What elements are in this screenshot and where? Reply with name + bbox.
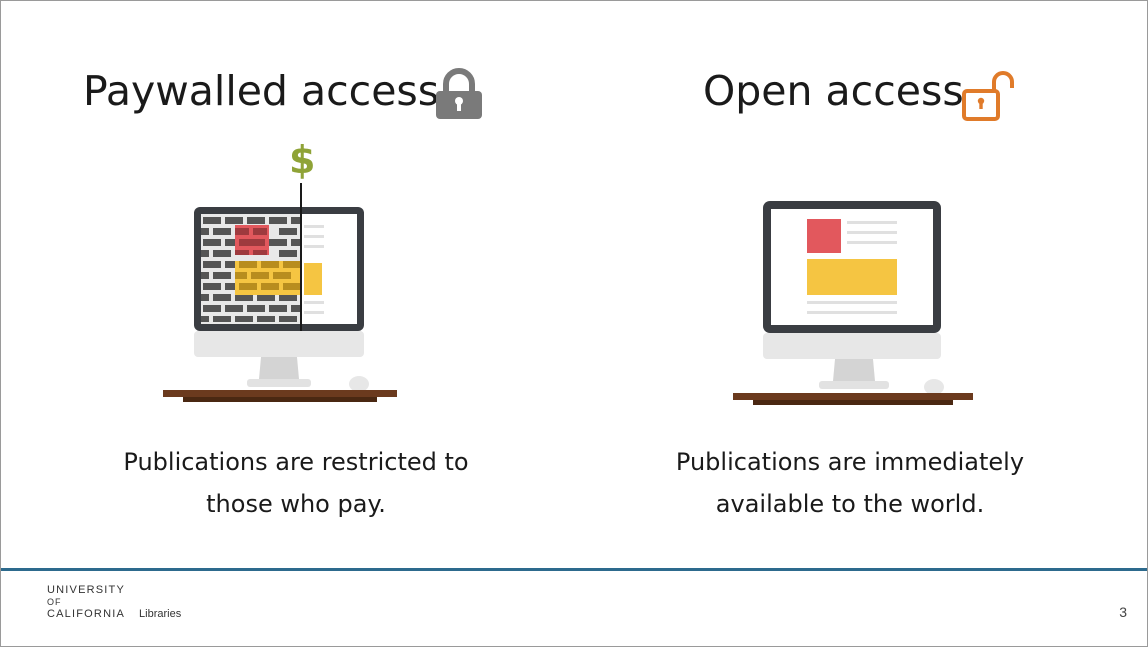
paywalled-caption-line1: Publications are restricted to: [123, 448, 469, 476]
open-computer-illustration: [733, 201, 973, 405]
open-access-caption-line2: available to the world.: [715, 490, 985, 518]
logo-university: UNIVERSITY: [47, 584, 126, 596]
paywalled-caption-line2: those who pay.: [206, 490, 386, 518]
closed-padlock-icon: [436, 68, 482, 119]
logo-california: CALIFORNIA: [47, 608, 126, 620]
open-padlock-icon: [962, 71, 1014, 121]
paywalled-computer-illustration: [163, 183, 397, 402]
footer-divider: [1, 568, 1147, 571]
dollar-sign: $: [289, 138, 316, 182]
logo-libraries: Libraries: [139, 608, 182, 620]
slide-page-number: 3: [1119, 604, 1127, 620]
open-access-caption: Publications are immediately available t…: [563, 441, 1137, 525]
paywalled-caption: Publications are restricted to those who…: [9, 441, 583, 525]
open-access-heading: Open access: [703, 67, 964, 115]
paywalled-heading: Paywalled access: [83, 67, 440, 115]
open-access-panel: Open access Publications are immediately…: [575, 1, 1147, 566]
slide: Paywalled access $ Publications are rest…: [0, 0, 1148, 647]
logo-of: OF: [47, 597, 62, 607]
open-access-caption-line1: Publications are immediately: [675, 448, 1025, 476]
paywalled-panel: Paywalled access $ Publications are rest…: [1, 1, 575, 566]
uc-libraries-logo: UNIVERSITY OF CALIFORNIA Libraries: [47, 584, 181, 621]
